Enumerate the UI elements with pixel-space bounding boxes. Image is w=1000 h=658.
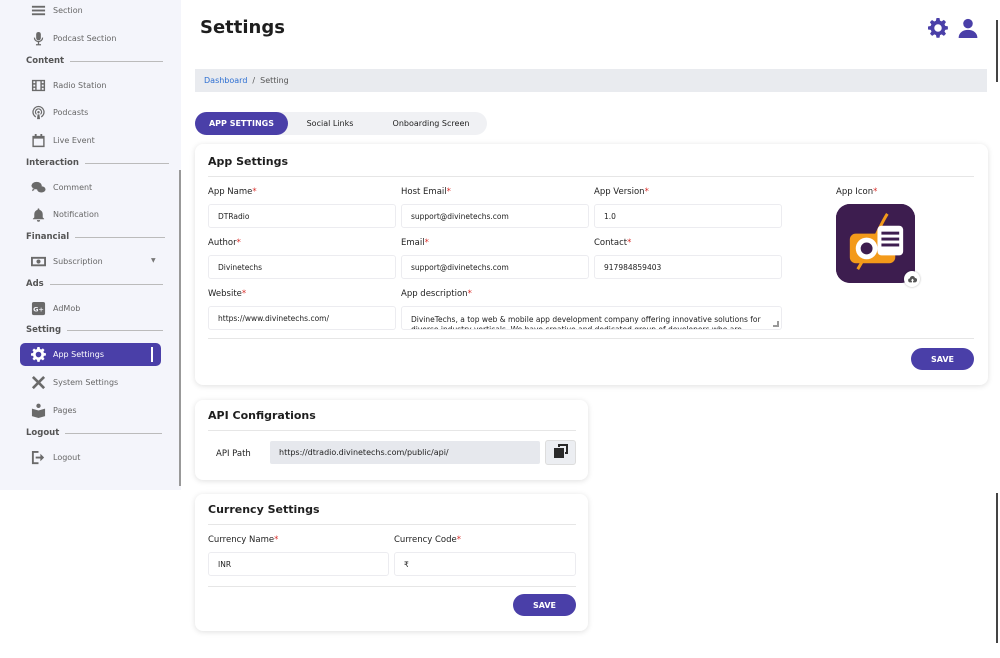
currency-save-button[interactable]: SAVE <box>513 594 576 616</box>
sidebar-item-app-settings[interactable]: App Settings <box>20 343 161 366</box>
email-input[interactable]: support@divinetechs.com <box>401 255 589 279</box>
currency-name-input[interactable]: INR <box>208 552 389 576</box>
sidebar-item-live-event[interactable]: Live Event <box>30 129 95 151</box>
save-button[interactable]: SAVE <box>911 348 974 370</box>
resize-handle[interactable] <box>773 321 779 327</box>
app-version-input[interactable]: 1.0 <box>594 204 782 228</box>
app-version-label: App Version* <box>594 187 649 197</box>
currency-code-label: Currency Code* <box>394 535 462 545</box>
author-input[interactable]: Divinetechs <box>208 255 396 279</box>
app-name-input[interactable]: DTRadio <box>208 204 396 228</box>
group-label-financial: Financial <box>26 232 166 242</box>
api-path-field[interactable]: https://dtradio.divinetechs.com/public/a… <box>270 441 540 464</box>
radio-logo-icon <box>836 204 915 283</box>
sidebar-item-label: AdMob <box>53 303 81 313</box>
podcast-icon <box>30 104 46 120</box>
sidebar-item-label: Logout <box>53 452 81 462</box>
app-description-textarea[interactable]: DivineTechs, a top web & mobile app deve… <box>401 306 782 330</box>
logout-icon <box>30 449 46 465</box>
author-label: Author* <box>208 238 241 248</box>
group-label-ads: Ads <box>26 279 163 289</box>
google-ads-icon: G+ <box>30 300 46 316</box>
sidebar-item-label: Live Event <box>53 135 95 145</box>
page-scrollbar-lower[interactable] <box>996 493 998 643</box>
breadcrumb: Dashboard / Setting <box>195 69 987 92</box>
comment-icon <box>30 179 46 195</box>
sidebar-item-label: System Settings <box>53 377 119 387</box>
contact-label: Contact* <box>594 238 632 248</box>
sidebar-scrollbar[interactable] <box>179 170 181 486</box>
website-input[interactable]: https://www.divinetechs.com/ <box>208 306 396 330</box>
sidebar-item-admob[interactable]: G+ AdMob <box>30 297 80 319</box>
sidebar-item-label: Subscription <box>53 256 103 266</box>
contact-input[interactable]: 917984859403 <box>594 255 782 279</box>
breadcrumb-separator: / <box>252 76 256 85</box>
group-label-logout: Logout <box>26 428 163 438</box>
tab-app-settings[interactable]: APP SETTINGS <box>195 112 288 135</box>
card-title: API Configrations <box>208 409 316 422</box>
breadcrumb-current: Setting <box>260 76 289 85</box>
sidebar-item-subscription[interactable]: Subscription <box>30 250 103 272</box>
sidebar-item-label: Notification <box>53 209 99 219</box>
sidebar-item-label: Radio Station <box>53 80 107 90</box>
sidebar-item-radio-station[interactable]: Radio Station <box>30 74 106 96</box>
chevron-down-icon[interactable]: ▼ <box>151 257 156 264</box>
svg-text:G+: G+ <box>33 305 44 313</box>
group-label-setting: Setting <box>26 325 164 335</box>
app-name-label: App Name* <box>208 187 257 197</box>
bell-icon <box>30 206 46 222</box>
sidebar-item-label: Podcasts <box>53 107 89 117</box>
app-icon-label: App Icon* <box>836 187 878 197</box>
card-title: App Settings <box>208 155 289 168</box>
gear-icon[interactable] <box>928 18 948 38</box>
currency-code-input[interactable]: ₹ <box>394 552 576 576</box>
currency-name-label: Currency Name* <box>208 535 279 545</box>
sidebar-item-podcast-section[interactable]: Podcast Section <box>30 27 116 49</box>
upload-icon[interactable] <box>904 271 920 287</box>
api-path-label: API Path <box>216 449 251 459</box>
host-email-input[interactable]: support@divinetechs.com <box>401 204 589 228</box>
copy-button[interactable] <box>545 440 576 465</box>
card-title: Currency Settings <box>208 503 320 516</box>
sidebar-item-system-settings[interactable]: System Settings <box>30 371 118 393</box>
calendar-icon <box>30 132 46 148</box>
sidebar-item-pages[interactable]: Pages <box>30 399 77 421</box>
settings-tabs: APP SETTINGS Social Links Onboarding Scr… <box>195 112 487 135</box>
page-scrollbar[interactable] <box>996 20 998 82</box>
sidebar-item-podcasts[interactable]: Podcasts <box>30 101 88 123</box>
sidebar-item-comment[interactable]: Comment <box>30 176 92 198</box>
sidebar-item-label: Pages <box>53 405 77 415</box>
app-icon-image[interactable] <box>836 204 915 283</box>
copy-icon <box>553 443 569 463</box>
website-label: Website* <box>208 289 247 299</box>
menu-icon <box>30 2 46 18</box>
tab-social-links[interactable]: Social Links <box>295 112 365 135</box>
tools-icon <box>30 374 46 390</box>
sidebar-item-section[interactable]: Section <box>30 0 83 21</box>
page-title: Settings <box>200 17 285 38</box>
breadcrumb-dashboard-link[interactable]: Dashboard <box>204 76 247 85</box>
group-label-content: Content <box>26 56 164 66</box>
sidebar-item-label: Comment <box>53 182 93 192</box>
app-description-label: App description* <box>401 289 472 299</box>
book-icon <box>30 402 46 418</box>
gear-icon <box>30 347 46 363</box>
sidebar-item-label: Podcast Section <box>53 33 117 43</box>
group-label-interaction: Interaction <box>26 158 169 168</box>
email-label: Email* <box>401 238 429 248</box>
user-icon[interactable] <box>958 18 978 38</box>
film-icon <box>30 77 46 93</box>
host-email-label: Host Email* <box>401 187 451 197</box>
tab-onboarding-screen[interactable]: Onboarding Screen <box>377 112 485 135</box>
microphone-icon <box>30 30 46 46</box>
sidebar-item-logout[interactable]: Logout <box>30 446 80 468</box>
sidebar-item-label: App Settings <box>53 350 104 359</box>
sidebar-item-label: Section <box>53 5 83 15</box>
sidebar-item-notification[interactable]: Notification <box>30 203 99 225</box>
money-icon <box>30 253 46 269</box>
